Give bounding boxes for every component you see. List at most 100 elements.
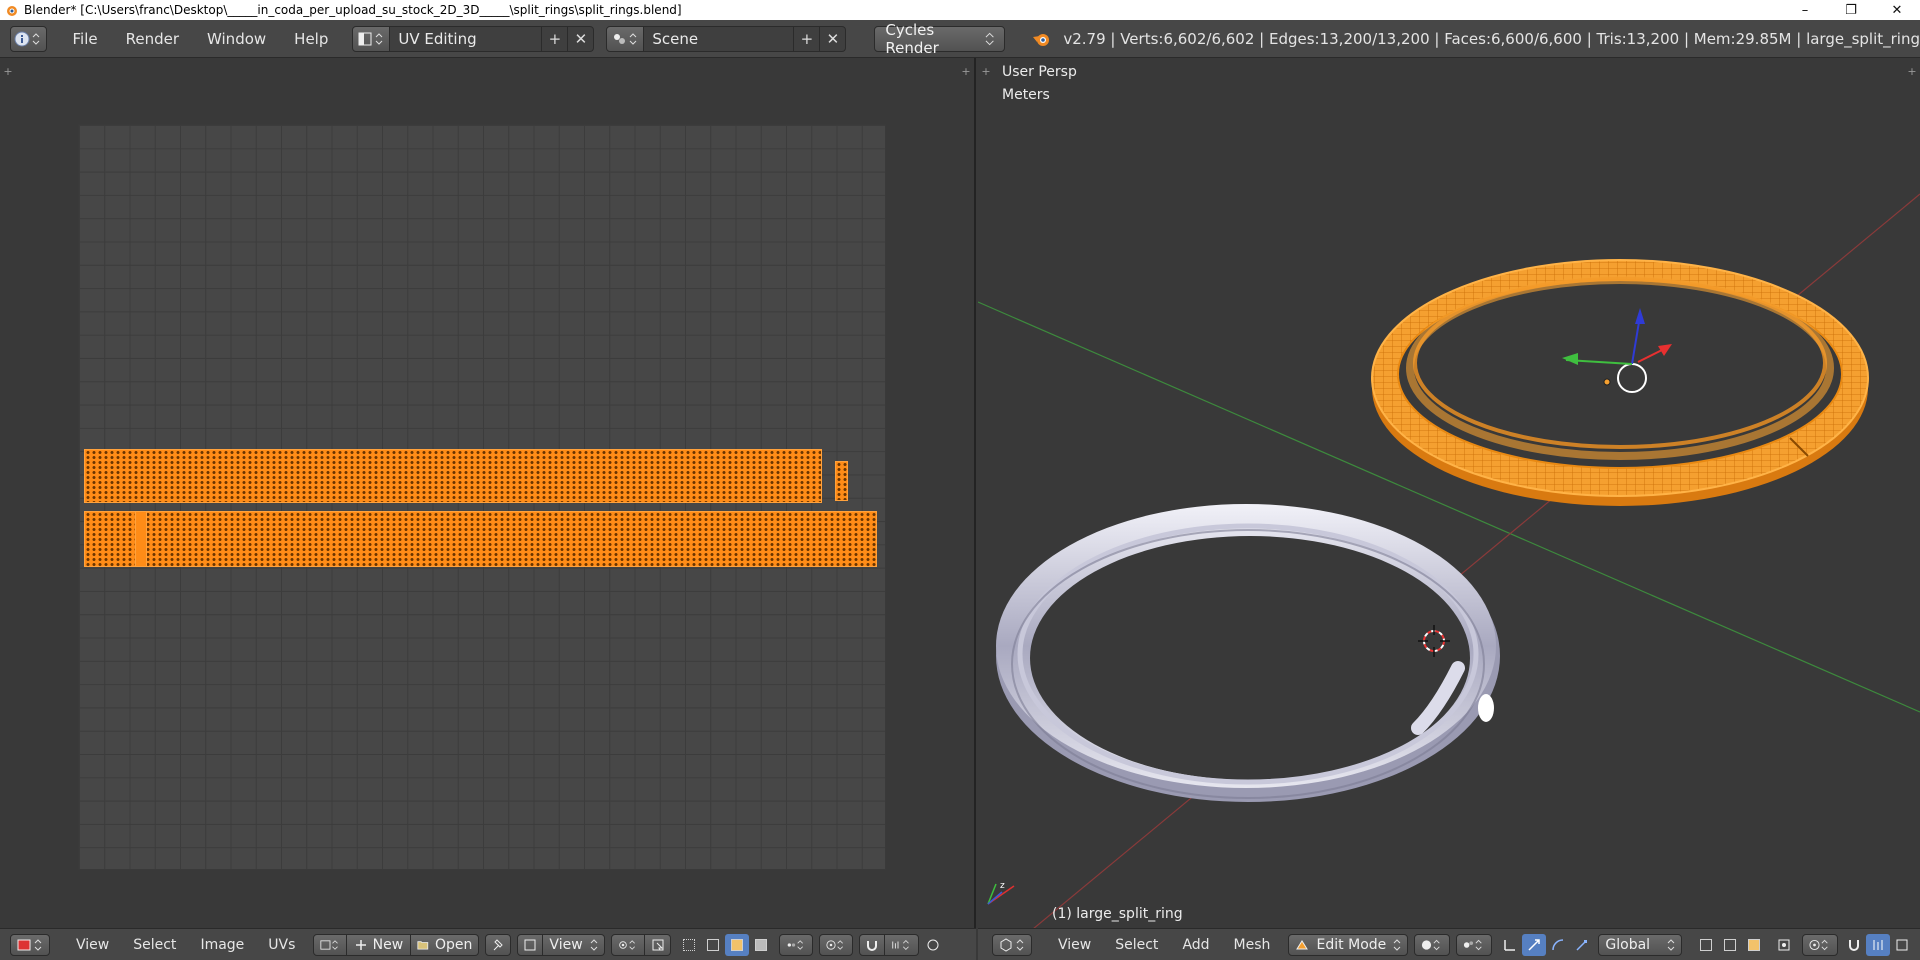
rotate-manipulator-button[interactable] <box>1546 934 1570 956</box>
snap-extra-button[interactable] <box>1890 934 1914 956</box>
layers-group[interactable] <box>1694 934 1766 956</box>
sticky-mode-dropdown[interactable] <box>779 933 814 956</box>
scale-icon <box>1576 939 1588 951</box>
snapping-group[interactable] <box>1842 933 1914 956</box>
uv-island-small[interactable] <box>835 461 848 501</box>
menu-window[interactable]: Window <box>193 20 280 58</box>
view-mode-dropdown[interactable]: View <box>543 933 606 956</box>
area-split-corner-icon[interactable]: + <box>2 66 14 78</box>
image-view-icon <box>524 939 536 950</box>
menu-render[interactable]: Render <box>112 20 193 58</box>
manipulator-toggle[interactable] <box>1498 934 1522 956</box>
menu-help[interactable]: Help <box>280 20 342 58</box>
edge-select-mode-button[interactable] <box>1718 934 1742 956</box>
island-select-button[interactable] <box>749 934 773 956</box>
snap-element-dropdown[interactable] <box>885 933 920 956</box>
close-button[interactable]: ✕ <box>1874 0 1920 20</box>
view-mode-icon-button[interactable] <box>517 933 544 956</box>
snap-increment-icon <box>892 939 910 950</box>
scene-field[interactable]: Scene <box>644 25 795 52</box>
rotate-icon <box>1552 938 1564 950</box>
sticky-mode-group[interactable] <box>779 933 814 956</box>
editor-type-3d-button[interactable] <box>992 933 1032 956</box>
transform-orientation-dropdown[interactable]: Global <box>1598 933 1683 956</box>
pin-group <box>485 933 512 956</box>
uv-menu-view[interactable]: View <box>64 937 121 953</box>
uv-island-strip[interactable] <box>84 511 877 567</box>
screen-layout-selector[interactable]: UV Editing + ✕ <box>352 25 595 52</box>
remove-scene-button[interactable]: ✕ <box>820 25 847 52</box>
image-browse-icon <box>320 939 339 950</box>
3d-menu-select[interactable]: Select <box>1103 937 1170 953</box>
face-select-button[interactable] <box>725 933 750 956</box>
uv-island-strip[interactable] <box>84 449 822 503</box>
silver-split-ring-object[interactable] <box>996 504 1500 802</box>
occlude-icon <box>1778 939 1790 950</box>
pin-button[interactable] <box>485 933 512 956</box>
uv-select-mode-group[interactable] <box>677 933 773 956</box>
info-header: File Render Window Help UV Editing + ✕ S… <box>0 20 1920 58</box>
snap-button[interactable] <box>1842 934 1866 956</box>
uv-menu-uvs[interactable]: UVs <box>256 937 307 953</box>
pivot-point-dropdown[interactable] <box>1456 933 1493 956</box>
minimize-button[interactable]: – <box>1782 0 1828 20</box>
uv-island-block[interactable] <box>135 511 147 567</box>
area-split-corner-icon[interactable]: + <box>960 66 972 78</box>
3d-menu-mesh[interactable]: Mesh <box>1222 937 1283 953</box>
viewport-scene[interactable]: z <box>978 58 1920 928</box>
uv-menu-select[interactable]: Select <box>121 937 188 953</box>
edge-select-button[interactable] <box>701 934 725 956</box>
3d-menu-view[interactable]: View <box>1046 937 1103 953</box>
face-select-mode-button[interactable] <box>1742 934 1766 956</box>
browse-image-button[interactable] <box>313 933 348 956</box>
editor-type-uv-button[interactable] <box>10 933 50 956</box>
vertex-select-button[interactable] <box>677 934 701 956</box>
proportional-edit-group[interactable] <box>819 933 854 956</box>
3d-view-header: View Select Add Mesh Edit Mode Global <box>978 928 1920 960</box>
viewport-shading-dropdown[interactable] <box>1414 933 1451 956</box>
proportional-editing-dropdown[interactable] <box>1802 933 1839 956</box>
folder-icon <box>417 940 429 950</box>
add-scene-button[interactable]: + <box>794 25 821 52</box>
uv-image-editor[interactable]: + + <box>0 58 976 928</box>
pivot-group[interactable] <box>611 933 672 956</box>
snap-group[interactable] <box>859 933 920 956</box>
open-image-button[interactable]: Open <box>411 933 480 956</box>
snap-toggle-button[interactable] <box>859 933 886 956</box>
scene-stats: v2.79 | Verts:6,602/6,602 | Edges:13,200… <box>1031 29 1920 49</box>
texture-paint-icon[interactable] <box>921 934 945 956</box>
render-engine-dropdown[interactable]: Cycles Render <box>874 21 1006 57</box>
chevron-updown-icon <box>591 938 598 951</box>
editor-type-info-button[interactable] <box>10 25 47 52</box>
3d-viewport[interactable]: + + User Persp Meters z (1) large_split_… <box>978 58 1920 928</box>
active-object-label: (1) large_split_ring <box>1052 906 1183 922</box>
vertex-select-mode-button[interactable] <box>1694 934 1718 956</box>
image-browse-group[interactable]: New Open <box>313 933 480 956</box>
screen-layout-icon[interactable] <box>352 25 391 52</box>
snap-target-button[interactable] <box>1866 933 1891 956</box>
interaction-mode-dropdown[interactable]: Edit Mode <box>1288 933 1409 956</box>
uv-grid-canvas[interactable] <box>78 124 886 870</box>
new-image-label: New <box>372 936 404 953</box>
new-image-button[interactable]: New <box>347 933 412 956</box>
proportional-edit-dropdown[interactable] <box>819 933 854 956</box>
manipulator-group[interactable] <box>1498 933 1594 956</box>
view-mode-group[interactable]: View <box>517 933 606 956</box>
maximize-button[interactable]: ❐ <box>1828 0 1874 20</box>
translate-manipulator-button[interactable] <box>1522 933 1547 956</box>
uv-menu-image[interactable]: Image <box>188 937 256 953</box>
menu-file[interactable]: File <box>59 20 112 58</box>
screen-layout-field[interactable]: UV Editing <box>390 25 543 52</box>
solid-shading-icon <box>1422 939 1441 950</box>
face-mode-icon <box>731 938 744 951</box>
3d-view-icon <box>1000 937 1024 952</box>
scene-icon[interactable] <box>606 25 645 52</box>
scene-selector[interactable]: Scene + ✕ <box>606 25 847 52</box>
add-screen-button[interactable]: + <box>542 25 569 52</box>
remove-screen-button[interactable]: ✕ <box>568 25 595 52</box>
pivot-dropdown[interactable] <box>611 933 646 956</box>
sync-selection-button[interactable] <box>645 933 672 956</box>
occlude-geometry-button[interactable] <box>1772 934 1796 956</box>
3d-menu-add[interactable]: Add <box>1170 937 1221 953</box>
scale-manipulator-button[interactable] <box>1570 934 1594 956</box>
